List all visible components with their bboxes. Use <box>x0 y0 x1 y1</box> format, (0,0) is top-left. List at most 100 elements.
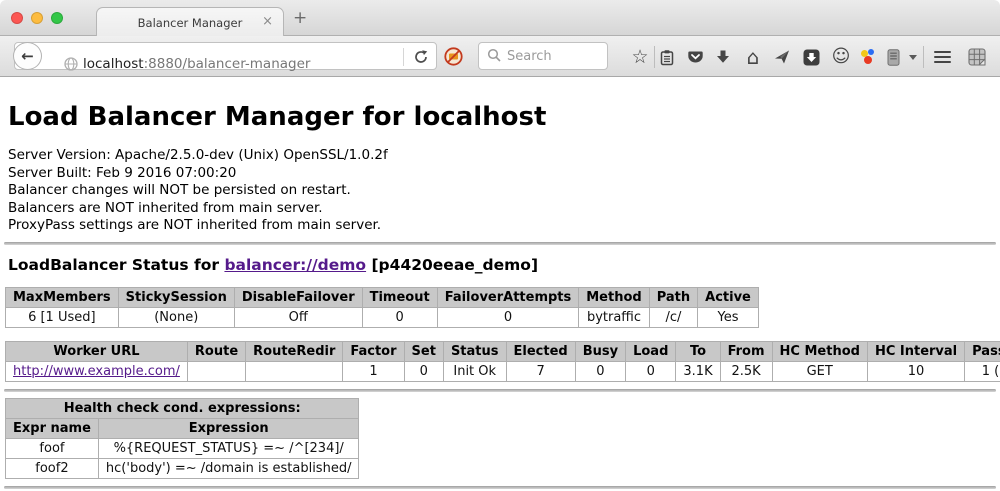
video-download-icon[interactable] <box>802 48 820 66</box>
cell-to: 3.1K <box>676 361 720 381</box>
col-path: Path <box>649 287 697 307</box>
url-domain: localhost <box>83 56 144 72</box>
minimize-window-button[interactable] <box>31 12 43 24</box>
globe-icon <box>64 56 78 75</box>
cell-stickysession: (None) <box>118 307 234 327</box>
device-dropdown-caret-icon[interactable] <box>904 48 922 66</box>
cell-active: Yes <box>698 307 759 327</box>
col-maxmembers: MaxMembers <box>6 287 119 307</box>
menu-hamburger-icon[interactable] <box>933 48 951 66</box>
server-version-line: Server Version: Apache/2.5.0-dev (Unix) … <box>8 147 1000 165</box>
cell-disablefailover: Off <box>234 307 362 327</box>
server-built-line: Server Built: Feb 9 2016 07:00:20 <box>8 165 1000 183</box>
col-worker-url: Worker URL <box>6 341 188 361</box>
section-divider <box>4 486 996 489</box>
close-window-button[interactable] <box>11 12 23 24</box>
col-hc-interval: HC Interval <box>867 341 964 361</box>
col-active: Active <box>698 287 759 307</box>
browser-window: Balancer Manager × + localhost:8880/bala… <box>0 0 1000 491</box>
cell-expression: hc('body') =~ /domain is established/ <box>98 458 359 478</box>
cell-elected: 7 <box>506 361 575 381</box>
worker-url-link[interactable]: http://www.example.com/ <box>13 364 180 379</box>
heading-prefix: LoadBalancer Status for <box>8 256 224 274</box>
pocket-icon[interactable] <box>686 48 704 66</box>
new-tab-button[interactable]: + <box>293 8 307 28</box>
url-path: :8880/balancer-manager <box>144 56 311 72</box>
col-passes: Passes <box>965 341 1000 361</box>
balancer-header-row: MaxMembers StickySession DisableFailover… <box>6 287 759 307</box>
col-stickysession: StickySession <box>118 287 234 307</box>
clipboard-icon[interactable] <box>658 48 676 66</box>
cell-busy: 0 <box>575 361 625 381</box>
cell-set: 0 <box>404 361 443 381</box>
search-input[interactable]: Search <box>478 42 608 70</box>
col-disablefailover: DisableFailover <box>234 287 362 307</box>
health-check-expressions-table: Health check cond. expressions: Expr nam… <box>5 398 359 479</box>
balancer-settings-table: MaxMembers StickySession DisableFailover… <box>5 287 759 328</box>
col-from: From <box>720 341 772 361</box>
tiles-icon[interactable] <box>968 48 986 66</box>
reload-button[interactable] <box>413 49 429 69</box>
worker-header-row: Worker URL Route RouteRedir Factor Set S… <box>6 341 1000 361</box>
section-divider <box>4 389 996 392</box>
col-status: Status <box>443 341 506 361</box>
page-title: Load Balancer Manager for localhost <box>8 102 1000 132</box>
toolbar-divider <box>923 46 924 68</box>
cell-factor: 1 <box>343 361 404 381</box>
send-icon[interactable] <box>773 48 791 66</box>
search-placeholder: Search <box>507 49 552 64</box>
toolbar-divider <box>654 46 655 68</box>
col-factor: Factor <box>343 341 404 361</box>
page-content: Load Balancer Manager for localhost Serv… <box>0 102 1000 489</box>
col-to: To <box>676 341 720 361</box>
col-expr-name: Expr name <box>6 418 99 438</box>
back-button[interactable]: ← <box>13 42 42 70</box>
color-dots-extension-icon[interactable] <box>859 48 877 66</box>
col-elected: Elected <box>506 341 575 361</box>
hc-data-row: foof2 hc('body') =~ /domain is establish… <box>6 458 359 478</box>
close-tab-icon[interactable]: × <box>262 14 273 29</box>
col-hc-method: HC Method <box>772 341 867 361</box>
url-bar[interactable]: localhost:8880/balancer-manager <box>14 42 437 70</box>
urlbar-divider <box>403 48 404 66</box>
browser-tab[interactable]: Balancer Manager × <box>96 7 284 37</box>
col-route: Route <box>187 341 245 361</box>
hc-table-title: Health check cond. expressions: <box>6 398 359 418</box>
tab-title: Balancer Manager <box>138 16 243 30</box>
downloads-icon[interactable] <box>714 48 732 66</box>
cell-passes: 1 (0) <box>965 361 1000 381</box>
device-list-icon[interactable] <box>884 48 902 66</box>
cell-worker-url: http://www.example.com/ <box>6 361 188 381</box>
cell-timeout: 0 <box>362 307 437 327</box>
cell-hc-interval: 10 <box>867 361 964 381</box>
home-icon[interactable]: ⌂ <box>744 48 762 66</box>
server-info: Server Version: Apache/2.5.0-dev (Unix) … <box>8 147 1000 235</box>
col-expression: Expression <box>98 418 359 438</box>
col-routeredir: RouteRedir <box>246 341 343 361</box>
flash-blocker-icon[interactable] <box>444 47 463 66</box>
cell-hc-method: GET <box>772 361 867 381</box>
col-busy: Busy <box>575 341 625 361</box>
cell-expr-name: foof <box>6 438 99 458</box>
bookmark-star-icon[interactable]: ☆ <box>631 48 649 66</box>
col-timeout: Timeout <box>362 287 437 307</box>
cell-from: 2.5K <box>720 361 772 381</box>
worker-status-table: Worker URL Route RouteRedir Factor Set S… <box>5 341 1000 382</box>
section-divider <box>4 242 996 245</box>
tab-bar: Balancer Manager × + <box>0 0 1000 36</box>
col-load: Load <box>626 341 676 361</box>
hc-data-row: foof %{REQUEST_STATUS} =~ /^[234]/ <box>6 438 359 458</box>
hc-title-row: Health check cond. expressions: <box>6 398 359 418</box>
window-controls <box>11 12 63 24</box>
cell-routeredir <box>246 361 343 381</box>
url-text[interactable]: localhost:8880/balancer-manager <box>83 56 310 72</box>
zoom-window-button[interactable] <box>51 12 63 24</box>
balancer-demo-link[interactable]: balancer://demo <box>224 256 366 274</box>
inherit-note-line: Balancers are NOT inherited from main se… <box>8 200 1000 218</box>
cell-failoverattempts: 0 <box>437 307 579 327</box>
search-icon <box>487 47 501 66</box>
cell-status: Init Ok <box>443 361 506 381</box>
col-failoverattempts: FailoverAttempts <box>437 287 579 307</box>
feedback-smiley-icon[interactable]: ☺ <box>832 48 850 66</box>
cell-path: /c/ <box>649 307 697 327</box>
